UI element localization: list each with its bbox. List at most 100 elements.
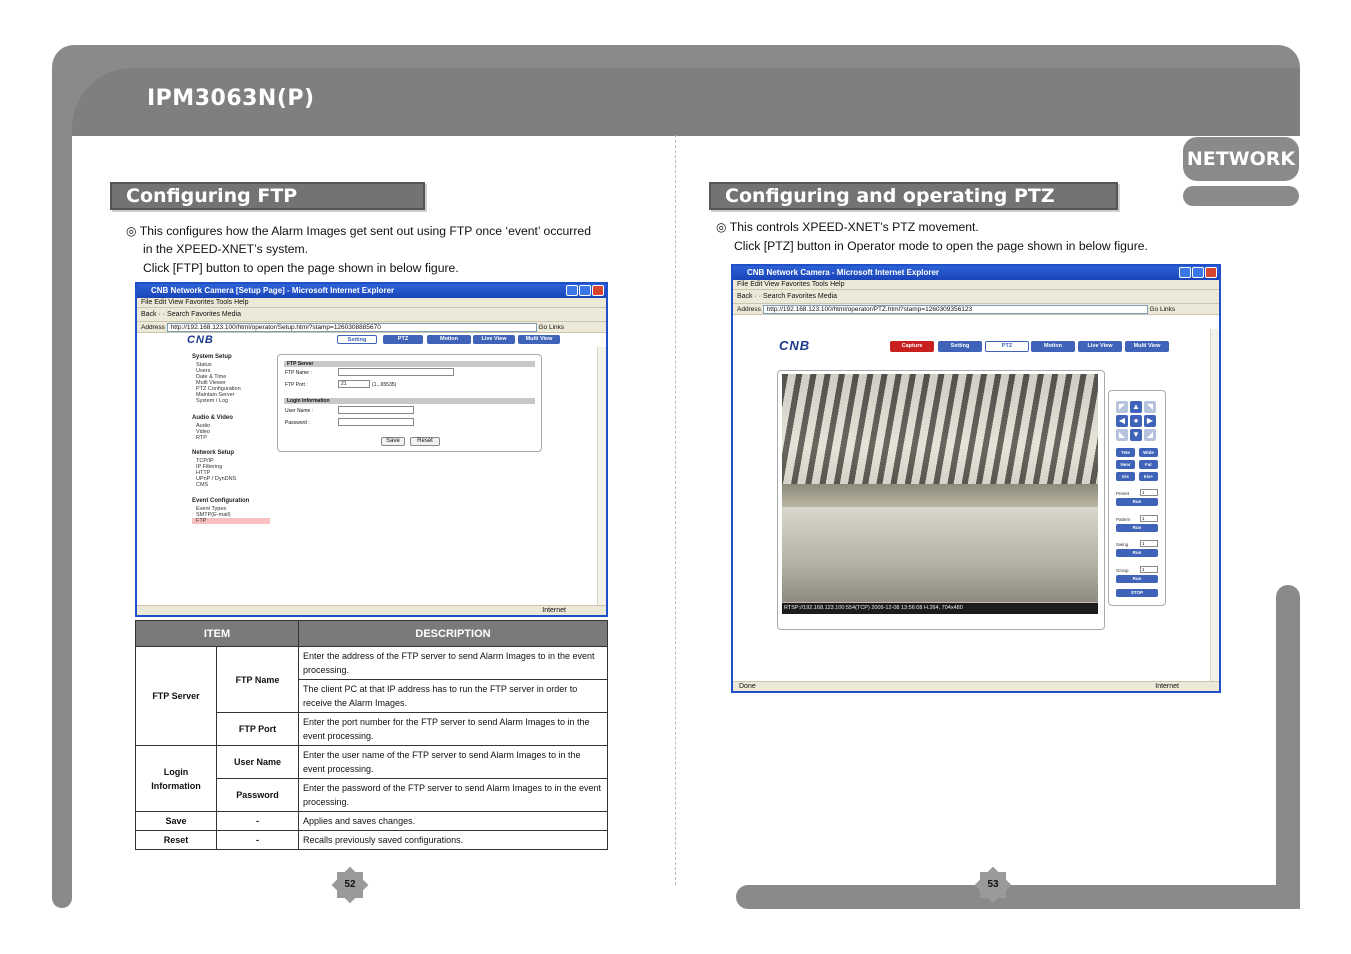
ftp-port-range: (1...65535) [372,382,397,388]
login-info-heading: Login Information [284,398,535,404]
nav-item-ftp[interactable]: FTP [192,518,270,524]
tab-multi-view[interactable]: Multi View [1125,341,1169,352]
page-number-right: 53 [987,879,999,890]
tab-live-view[interactable]: Live View [1078,341,1122,352]
close-icon[interactable] [592,285,604,296]
ie-statusbar: Done Internet [733,681,1219,691]
nav-item-cms[interactable]: CMS [196,482,208,488]
window-controls [566,285,604,296]
tab-live-view[interactable]: Live View [473,335,515,344]
reset-button[interactable]: Reset [410,437,440,446]
pan-down-icon[interactable]: ▼ [1130,429,1142,441]
near-button[interactable]: Near [1116,460,1135,469]
pan-up-left-icon[interactable]: ◤ [1116,401,1128,413]
pan-left-icon[interactable]: ◀ [1116,415,1128,427]
cnb-logo: CNB [779,338,811,353]
video-status-bar: RTSP://192.168.123.100:554(TCP) 2009-12-… [782,603,1098,614]
iris-close-button[interactable]: Iris [1116,472,1135,481]
tab-ptz[interactable]: PTZ [985,341,1029,352]
ftp-settings-panel: FTP Server FTP Name : FTP Port : 21 (1..… [277,354,542,452]
maximize-icon[interactable] [579,285,591,296]
far-button[interactable]: Far [1139,460,1158,469]
pan-right-icon[interactable]: ▶ [1144,415,1156,427]
nav-system-setup: System Setup [192,354,232,360]
page-number-left: 52 [344,879,356,890]
ie-menubar[interactable]: File Edit View Favorites Tools Help [733,280,1219,290]
swing-run-button[interactable]: Run [1116,549,1158,557]
camera-video-feed[interactable]: RTSP://192.168.123.100:554(TCP) 2009-12-… [782,374,1098,614]
minimize-icon[interactable] [1179,267,1191,278]
user-name-input[interactable] [338,406,414,414]
pattern-select[interactable]: 1 [1140,515,1158,522]
vertical-scrollbar[interactable] [597,347,606,605]
swing-label: Swing [1116,542,1129,547]
stop-button[interactable]: STOP [1116,589,1158,597]
links-button[interactable]: Links [549,324,564,331]
save-button[interactable]: Save [381,437,405,446]
ie-menubar[interactable]: File Edit View Favorites Tools Help [137,298,606,308]
group-run-button[interactable]: Run [1116,575,1158,583]
row-reset: Reset [135,830,217,850]
reset-description: Recalls previously saved configurations. [298,830,608,850]
iris-open-button[interactable]: Iris+ [1139,472,1158,481]
password-input[interactable] [338,418,414,426]
close-icon[interactable] [1205,267,1217,278]
pan-home-icon[interactable]: ● [1130,415,1142,427]
minimize-icon[interactable] [566,285,578,296]
go-button[interactable]: Go [1149,306,1158,313]
ftp-setup-screenshot: CNB Network Camera [Setup Page] - Micros… [135,282,608,617]
pattern-run-button[interactable]: Run [1116,524,1158,532]
address-input[interactable]: http://192.168.123.100/html/operator/Set… [166,322,537,332]
ptz-intro-line-2: Click [PTZ] button in Operator mode to o… [734,239,1148,253]
preset-select[interactable]: 1 [1140,489,1158,496]
section-heading-ptz: Configuring and operating PTZ [709,182,1118,210]
status-zone: Internet [1155,683,1179,690]
tab-multi-view[interactable]: Multi View [518,335,560,344]
ftp-name-input[interactable] [338,368,454,376]
swing-select[interactable]: 1 [1140,540,1158,547]
preset-label: Preset [1116,491,1130,496]
ftp-port-description: Enter the port number for the FTP server… [298,712,608,746]
links-button[interactable]: Links [1160,306,1175,313]
row-login-information: Login Information [135,745,217,812]
tab-motion[interactable]: Motion [427,335,471,344]
group-label: Group [1116,568,1129,573]
ftp-name-description-2: The client PC at that IP address has to … [298,679,608,713]
ftp-intro-line-3: Click [FTP] button to open the page show… [143,261,459,275]
ptz-control-panel: ◤ ▲ ◥ ◀ ● ▶ ◣ ▼ ◢ Tele Wide Near Far Iri… [1108,390,1166,606]
window-title: CNB Network Camera [Setup Page] - Micros… [151,286,395,295]
ie-toolbar[interactable]: Back · · Search Favorites Media [137,308,606,322]
tab-setting[interactable]: Setting [938,341,982,352]
tab-ptz[interactable]: PTZ [383,335,423,344]
ftp-port-input[interactable]: 21 [338,380,370,388]
nav-audio-video: Audio & Video [192,415,233,421]
preset-run-button[interactable]: Run [1116,498,1158,506]
tele-button[interactable]: Tele [1116,448,1135,457]
maximize-icon[interactable] [1192,267,1204,278]
tab-setting[interactable]: Setting [337,335,377,344]
pan-up-icon[interactable]: ▲ [1130,401,1142,413]
tab-motion[interactable]: Motion [1031,341,1075,352]
pan-down-left-icon[interactable]: ◣ [1116,429,1128,441]
row-ftp-server: FTP Server [135,646,217,746]
password-label: Password : [285,420,310,426]
pan-down-right-icon[interactable]: ◢ [1144,429,1156,441]
nav-item-system-log[interactable]: System / Log [196,398,228,404]
row-ftp-port: FTP Port [216,712,299,746]
pan-up-right-icon[interactable]: ◥ [1144,401,1156,413]
ie-toolbar[interactable]: Back · · Search Favorites Media [733,290,1219,304]
row-ftp-name: FTP Name [216,646,299,713]
vertical-scrollbar[interactable] [1210,329,1219,681]
ie-address-bar: Address http://192.168.123.100/html/oper… [733,304,1219,315]
address-input[interactable]: http://192.168.123.100/html/operator/PTZ… [762,304,1148,314]
video-roof-structure [782,374,1098,484]
status-zone: Internet [542,607,566,614]
row-save-dash: - [216,811,299,831]
group-select[interactable]: 1 [1140,566,1158,573]
tab-capture[interactable]: Capture [890,341,934,352]
go-button[interactable]: Go [538,324,547,331]
nav-item-rtp[interactable]: RTP [196,435,207,441]
wide-button[interactable]: Wide [1139,448,1158,457]
row-save: Save [135,811,217,831]
video-floor [782,507,1098,602]
